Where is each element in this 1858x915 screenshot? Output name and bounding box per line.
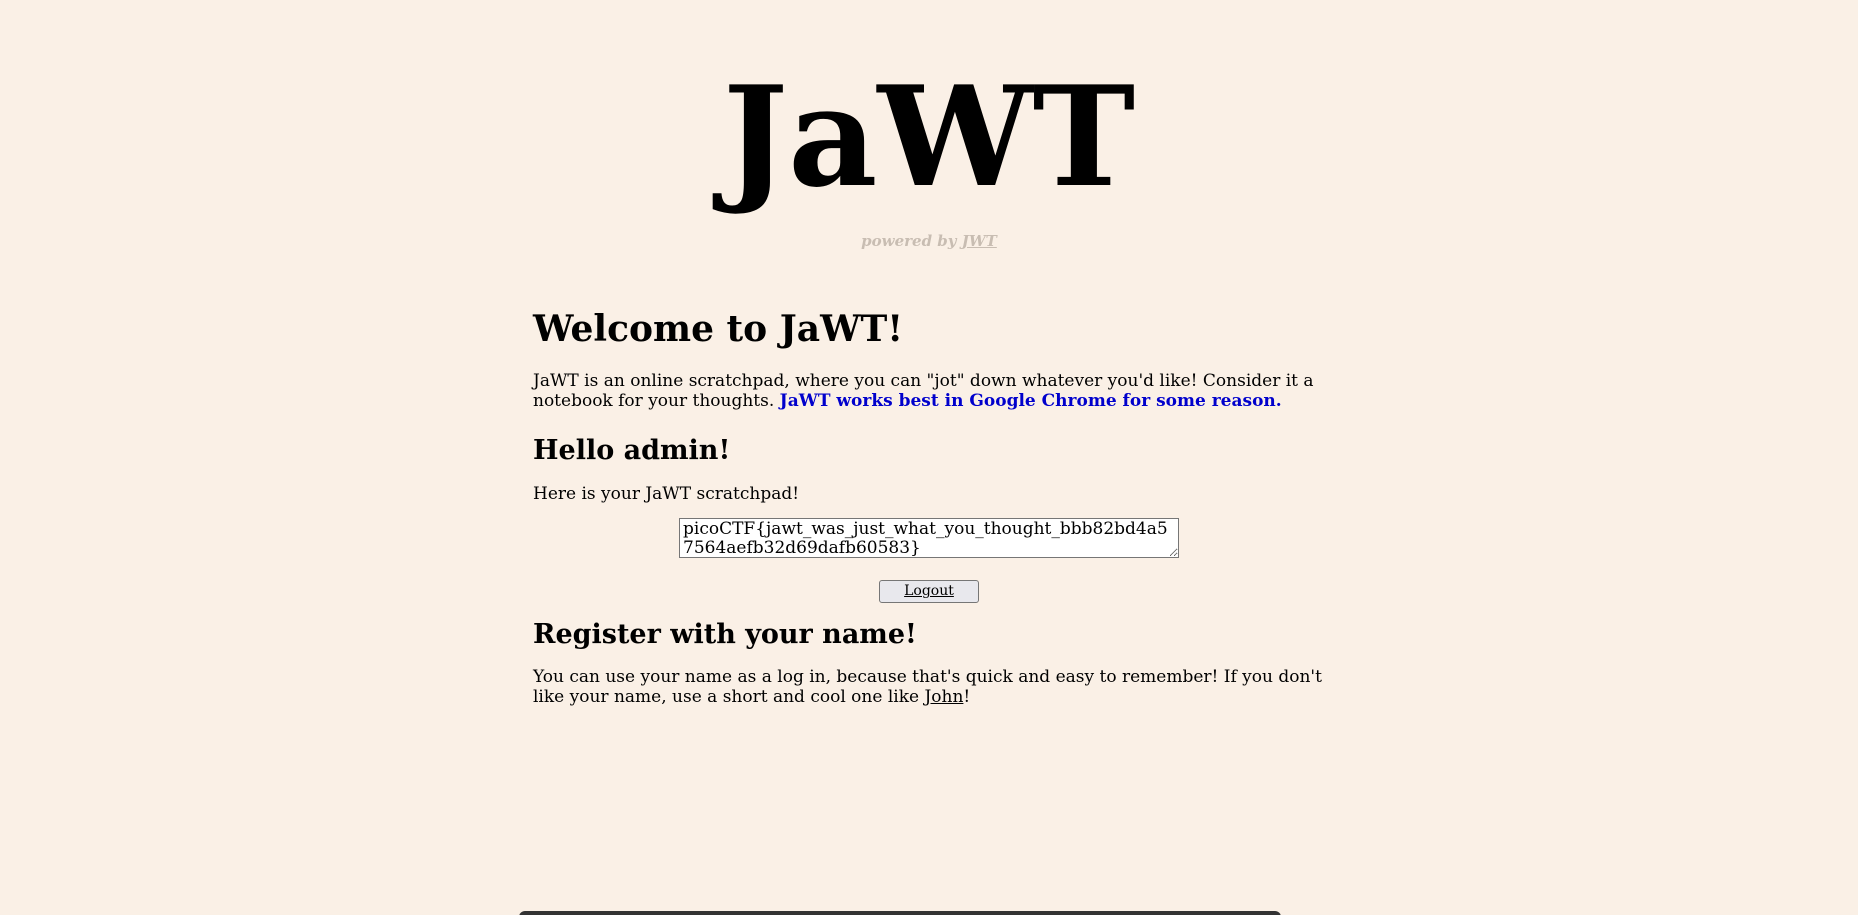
intro-paragraph: JaWT is an online scratchpad, where you … bbox=[533, 371, 1325, 411]
chrome-note: JaWT works best in Google Chrome for som… bbox=[779, 391, 1282, 412]
page: JaWT powered by JWT Welcome to JaWT! JaW… bbox=[0, 0, 1858, 915]
bottom-panel-edge bbox=[519, 911, 1281, 915]
register-heading: Register with your name! bbox=[533, 618, 917, 650]
logout-button[interactable]: Logout bbox=[879, 579, 979, 603]
main-content: Welcome to JaWT! JaWT is an online scrat… bbox=[533, 300, 1325, 707]
scratchpad-container: picoCTF{jawt_was_just_what_you_thought_b… bbox=[533, 517, 1325, 562]
logout-container: Logout bbox=[533, 579, 1325, 603]
john-link[interactable]: John bbox=[924, 687, 963, 707]
scratchpad-intro: Here is your JaWT scratchpad! bbox=[533, 483, 800, 504]
scratchpad-textarea[interactable]: picoCTF{jawt_was_just_what_you_thought_b… bbox=[679, 517, 1179, 558]
powered-by: powered by JWT bbox=[0, 232, 1858, 250]
site-title: JaWT bbox=[722, 55, 1136, 218]
welcome-heading: Welcome to JaWT! bbox=[533, 308, 904, 350]
register-paragraph: You can use your name as a log in, becau… bbox=[533, 667, 1325, 707]
greeting-heading: Hello admin! bbox=[533, 435, 731, 467]
register-text-after: ! bbox=[963, 686, 971, 707]
powered-by-prefix: powered by bbox=[861, 232, 962, 250]
jwt-link[interactable]: JWT bbox=[962, 232, 997, 250]
